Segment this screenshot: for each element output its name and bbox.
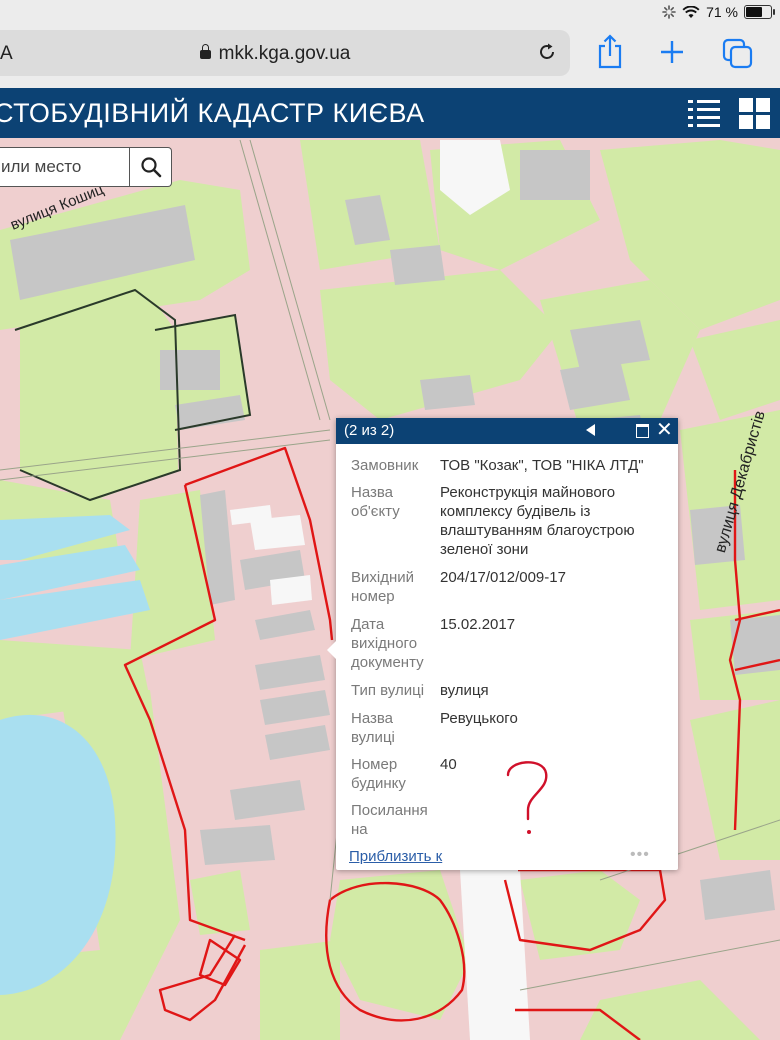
address-bar[interactable]: A mkk.kga.gov.ua xyxy=(0,30,570,76)
attribute-value: вулиця xyxy=(440,682,489,699)
search-icon xyxy=(141,157,162,178)
attribute-value: 204/17/012/009-17 xyxy=(440,569,566,586)
attribute-label: Вихідний номер xyxy=(351,569,415,605)
zoom-to-link[interactable]: Приблизить к xyxy=(349,848,442,865)
url-text: mkk.kga.gov.ua xyxy=(218,43,351,64)
battery-level xyxy=(746,7,762,17)
url-display: mkk.kga.gov.ua xyxy=(0,43,570,65)
popup-counter: (2 из 2) xyxy=(344,422,395,439)
more-options-icon[interactable]: ••• xyxy=(630,846,650,864)
close-icon[interactable]: ✕ xyxy=(656,420,673,440)
browser-toolbar: A mkk.kga.gov.ua xyxy=(0,26,780,88)
status-bar: 71 % xyxy=(0,0,780,26)
app-title: СТОБУДІВНИЙ КАДАСТР КИЄВА xyxy=(0,98,425,128)
attribute-value: ТОВ "Козак", ТОВ "НІКА ЛТД" xyxy=(440,457,644,474)
attribute-label: Номер будинку xyxy=(351,756,406,792)
status-right: 71 % xyxy=(662,4,775,20)
attribute-label: Посилання на xyxy=(351,802,428,838)
search-box xyxy=(0,147,130,187)
maximize-icon[interactable] xyxy=(636,424,649,438)
attribute-label: Назва вулиці xyxy=(351,710,395,746)
battery-icon xyxy=(744,5,775,19)
grid-icon[interactable] xyxy=(739,98,770,129)
reload-icon[interactable] xyxy=(536,41,558,63)
attribute-label: Тип вулиці xyxy=(351,682,425,699)
new-tab-icon[interactable] xyxy=(659,39,685,65)
popup-pointer xyxy=(327,640,337,660)
list-icon[interactable] xyxy=(688,99,720,129)
wifi-icon xyxy=(682,5,700,18)
loading-icon xyxy=(662,5,676,19)
popup-header: (2 из 2) ✕ xyxy=(336,418,678,444)
previous-feature-button[interactable] xyxy=(586,424,595,436)
lock-icon xyxy=(199,44,211,59)
attribute-value: 15.02.2017 xyxy=(440,616,516,633)
attribute-value: Реконструкція майнового комплексу будіве… xyxy=(440,484,635,558)
attribute-label: Дата вихідного документу xyxy=(351,616,424,671)
app-header: СТОБУДІВНИЙ КАДАСТР КИЄВА xyxy=(0,88,780,138)
search-input[interactable] xyxy=(1,154,119,180)
battery-percent: 71 % xyxy=(706,4,738,20)
search-button[interactable] xyxy=(130,147,172,187)
share-icon[interactable] xyxy=(596,34,624,70)
handwritten-question-mark xyxy=(506,761,548,834)
attribute-value: Ревуцького xyxy=(440,710,518,727)
tabs-icon[interactable] xyxy=(722,38,754,70)
attribute-label: Замовник xyxy=(351,457,419,474)
attribute-label: Назва об'єкту xyxy=(351,484,400,520)
